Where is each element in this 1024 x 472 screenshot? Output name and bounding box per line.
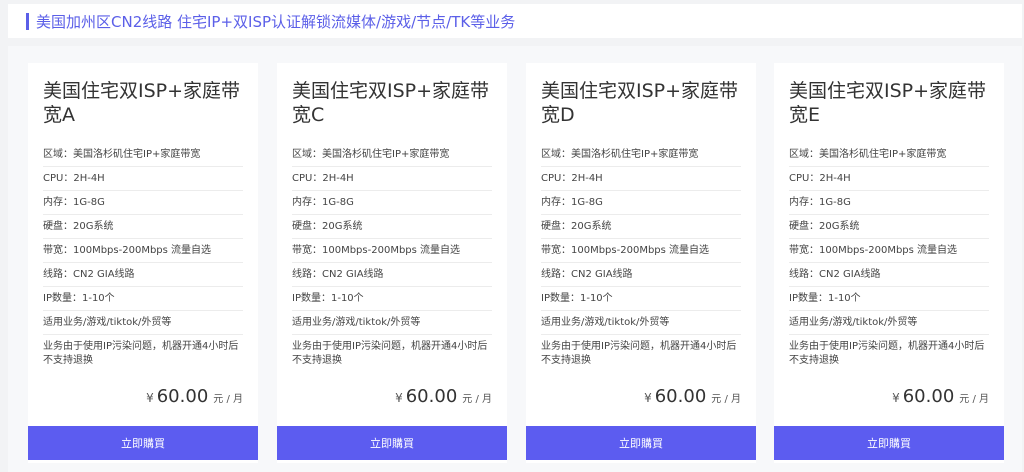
- spec-disk: 硬盘：20G系统: [292, 215, 492, 239]
- buy-now-button[interactable]: 立即購買: [277, 426, 507, 460]
- product-card: 美国住宅双ISP+家庭带宽C 区域：美国洛杉矶住宅IP+家庭带宽 CPU：2H-…: [277, 63, 507, 463]
- spec-line: 线路：CN2 GIA线路: [541, 263, 741, 287]
- spec-bandwidth: 带宽：100Mbps-200Mbps 流量自选: [292, 239, 492, 263]
- price-amount: 60.00: [405, 386, 458, 407]
- product-list: 美国住宅双ISP+家庭带宽A 区域：美国洛杉矶住宅IP+家庭带宽 CPU：2H-…: [8, 46, 1022, 472]
- price-amount: 60.00: [654, 386, 707, 407]
- spec-cpu: CPU：2H-4H: [541, 167, 741, 191]
- spec-disk: 硬盘：20G系统: [541, 215, 741, 239]
- spec-list: 区域：美国洛杉矶住宅IP+家庭带宽 CPU：2H-4H 内存：1G-8G 硬盘：…: [292, 143, 492, 372]
- spec-memory: 内存：1G-8G: [789, 191, 989, 215]
- section-title: 美国加州区CN2线路 住宅IP+双ISP认证解锁流媒体/游戏/节点/TK等业务: [36, 12, 516, 31]
- product-title: 美国住宅双ISP+家庭带宽A: [43, 80, 241, 126]
- price-unit: 元 / 月: [213, 394, 243, 405]
- price: ¥ 60.00 元 / 月: [644, 386, 741, 407]
- spec-bandwidth: 带宽：100Mbps-200Mbps 流量自选: [43, 239, 243, 263]
- spec-memory: 内存：1G-8G: [541, 191, 741, 215]
- spec-notice: 业务由于使用IP污染问题，机器开通4小时后不支持退换: [292, 341, 488, 366]
- currency-symbol: ¥: [395, 391, 403, 405]
- spec-disk: 硬盘：20G系统: [43, 215, 243, 239]
- spec-line: 线路：CN2 GIA线路: [43, 263, 243, 287]
- price-unit: 元 / 月: [462, 394, 492, 405]
- price-amount: 60.00: [156, 386, 209, 407]
- spec-list: 区域：美国洛杉矶住宅IP+家庭带宽 CPU：2H-4H 内存：1G-8G 硬盘：…: [43, 143, 243, 372]
- price-amount: 60.00: [902, 386, 955, 407]
- spec-list: 区域：美国洛杉矶住宅IP+家庭带宽 CPU：2H-4H 内存：1G-8G 硬盘：…: [541, 143, 741, 372]
- currency-symbol: ¥: [644, 391, 652, 405]
- product-card: 美国住宅双ISP+家庭带宽E 区域：美国洛杉矶住宅IP+家庭带宽 CPU：2H-…: [774, 63, 1004, 463]
- spec-memory: 内存：1G-8G: [292, 191, 492, 215]
- buy-now-button[interactable]: 立即購買: [526, 426, 756, 460]
- spec-region: 区域：美国洛杉矶住宅IP+家庭带宽: [43, 143, 243, 167]
- price: ¥ 60.00 元 / 月: [146, 386, 243, 407]
- spec-ip-count: IP数量：1-10个: [789, 287, 989, 311]
- spec-memory: 内存：1G-8G: [43, 191, 243, 215]
- spec-usage: 适用业务/游戏/tiktok/外贸等: [789, 311, 989, 335]
- spec-ip-count: IP数量：1-10个: [292, 287, 492, 311]
- spec-region: 区域：美国洛杉矶住宅IP+家庭带宽: [789, 143, 989, 167]
- product-card: 美国住宅双ISP+家庭带宽D 区域：美国洛杉矶住宅IP+家庭带宽 CPU：2H-…: [526, 63, 756, 463]
- spec-notice: 业务由于使用IP污染问题，机器开通4小时后不支持退换: [789, 341, 985, 366]
- spec-list: 区域：美国洛杉矶住宅IP+家庭带宽 CPU：2H-4H 内存：1G-8G 硬盘：…: [789, 143, 989, 372]
- spec-line: 线路：CN2 GIA线路: [789, 263, 989, 287]
- spec-region: 区域：美国洛杉矶住宅IP+家庭带宽: [541, 143, 741, 167]
- buy-now-button[interactable]: 立即購買: [774, 426, 1004, 460]
- spec-cpu: CPU：2H-4H: [292, 167, 492, 191]
- spec-usage: 适用业务/游戏/tiktok/外贸等: [43, 311, 243, 335]
- spec-cpu: CPU：2H-4H: [789, 167, 989, 191]
- price: ¥ 60.00 元 / 月: [892, 386, 989, 407]
- buy-now-button[interactable]: 立即購買: [28, 426, 258, 460]
- spec-cpu: CPU：2H-4H: [43, 167, 243, 191]
- price-unit: 元 / 月: [711, 394, 741, 405]
- product-title: 美国住宅双ISP+家庭带宽D: [541, 80, 739, 126]
- header-accent-bar: [26, 12, 29, 30]
- spec-notice: 业务由于使用IP污染问题，机器开通4小时后不支持退换: [43, 341, 239, 366]
- product-card: 美国住宅双ISP+家庭带宽A 区域：美国洛杉矶住宅IP+家庭带宽 CPU：2H-…: [28, 63, 258, 463]
- section-header: 美国加州区CN2线路 住宅IP+双ISP认证解锁流媒体/游戏/节点/TK等业务: [8, 4, 1022, 38]
- spec-disk: 硬盘：20G系统: [789, 215, 989, 239]
- spec-usage: 适用业务/游戏/tiktok/外贸等: [541, 311, 741, 335]
- spec-ip-count: IP数量：1-10个: [43, 287, 243, 311]
- spec-usage: 适用业务/游戏/tiktok/外贸等: [292, 311, 492, 335]
- currency-symbol: ¥: [892, 391, 900, 405]
- product-title: 美国住宅双ISP+家庭带宽E: [789, 80, 987, 126]
- product-title: 美国住宅双ISP+家庭带宽C: [292, 80, 490, 126]
- spec-bandwidth: 带宽：100Mbps-200Mbps 流量自选: [541, 239, 741, 263]
- spec-line: 线路：CN2 GIA线路: [292, 263, 492, 287]
- currency-symbol: ¥: [146, 391, 154, 405]
- price: ¥ 60.00 元 / 月: [395, 386, 492, 407]
- price-unit: 元 / 月: [959, 394, 989, 405]
- spec-notice: 业务由于使用IP污染问题，机器开通4小时后不支持退换: [541, 341, 737, 366]
- spec-ip-count: IP数量：1-10个: [541, 287, 741, 311]
- spec-bandwidth: 带宽：100Mbps-200Mbps 流量自选: [789, 239, 989, 263]
- spec-region: 区域：美国洛杉矶住宅IP+家庭带宽: [292, 143, 492, 167]
